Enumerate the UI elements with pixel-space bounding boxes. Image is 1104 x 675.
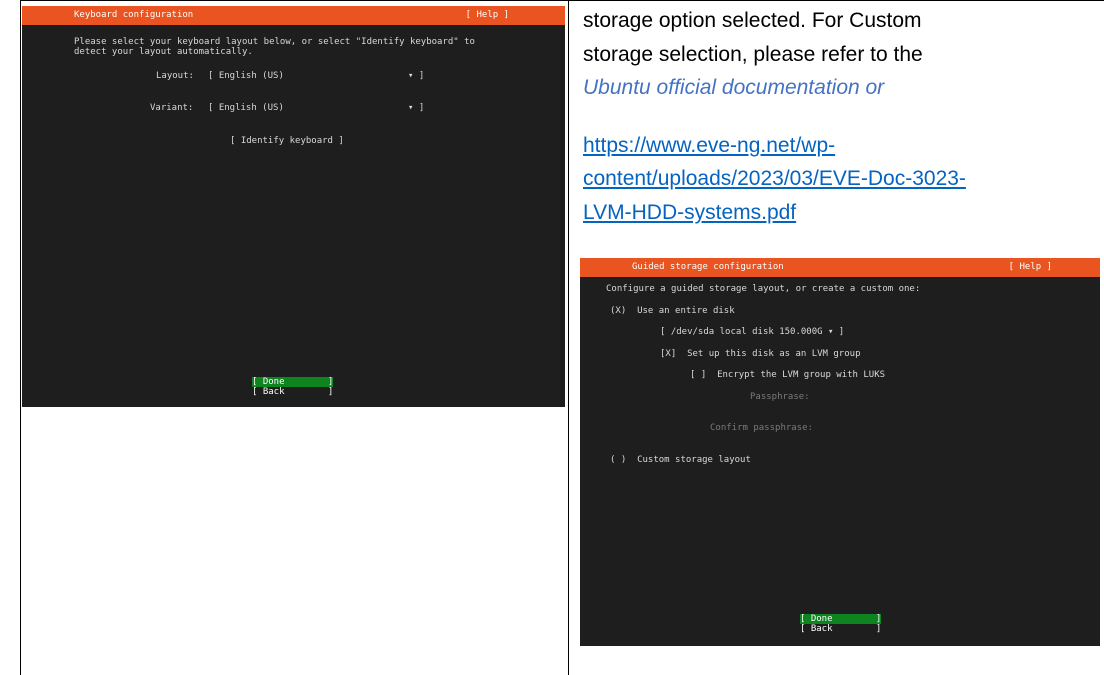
keyboard-title: Keyboard configuration [74, 10, 194, 20]
confirm-passphrase-label: Confirm passphrase: [710, 423, 813, 433]
variant-select[interactable]: [ English (US) [208, 103, 284, 113]
lvm-group-checkbox[interactable]: [X] Set up this disk as an LVM group [660, 349, 860, 359]
table-border-left [20, 0, 21, 675]
eve-doc-link-line2[interactable]: content/uploads/2023/03/EVE-Doc-3023- [583, 166, 966, 192]
storage-back-button[interactable]: [ Back ] [800, 624, 881, 634]
identify-keyboard-button[interactable]: [ Identify keyboard ] [230, 136, 344, 146]
eve-doc-link-line1[interactable]: https://www.eve-ng.net/wp- [583, 133, 835, 159]
use-entire-disk-radio[interactable]: (X) Use an entire disk [610, 306, 735, 316]
done-button[interactable]: [ Done ] [252, 377, 334, 387]
keyboard-intro-line2: detect your layout automatically. [74, 47, 253, 57]
variant-dropdown-arrow-icon[interactable]: ▾ ] [408, 103, 424, 113]
storage-help-button[interactable]: [ Help ] [1009, 258, 1052, 277]
layout-label: Layout: [156, 71, 194, 81]
storage-done-button[interactable]: [ Done ] [800, 614, 882, 624]
keyboard-title-bar: Keyboard configuration [ Help ] [22, 6, 565, 25]
layout-select[interactable]: [ English (US) [208, 71, 284, 81]
doc-text-ubuntu-docs: Ubuntu official documentation or [583, 76, 885, 99]
doc-text-line1: storage option selected. For Custom [583, 9, 922, 32]
storage-title-bar: Guided storage configuration [ Help ] [580, 258, 1100, 277]
keyboard-config-screenshot: Keyboard configuration [ Help ] Please s… [22, 6, 565, 407]
back-button[interactable]: [ Back ] [252, 387, 333, 397]
passphrase-label: Passphrase: [750, 392, 810, 402]
storage-intro: Configure a guided storage layout, or cr… [606, 284, 921, 294]
encrypt-luks-checkbox[interactable]: [ ] Encrypt the LVM group with LUKS [690, 370, 885, 380]
custom-storage-radio[interactable]: ( ) Custom storage layout [610, 455, 751, 465]
help-button[interactable]: [ Help ] [466, 6, 509, 25]
eve-doc-link-line3[interactable]: LVM-HDD-systems.pdf [583, 200, 796, 226]
layout-dropdown-arrow-icon[interactable]: ▾ ] [408, 71, 424, 81]
doc-text-line2: storage selection, please refer to the [583, 43, 923, 66]
table-border-top [20, 0, 1104, 1]
storage-config-screenshot: Guided storage configuration [ Help ] Co… [580, 258, 1100, 646]
storage-title: Guided storage configuration [632, 262, 784, 272]
disk-select[interactable]: [ /dev/sda local disk 150.000G ▾ ] [660, 327, 844, 337]
table-border-middle [568, 0, 569, 675]
variant-label: Variant: [150, 103, 194, 113]
keyboard-intro-line1: Please select your keyboard layout below… [74, 37, 475, 47]
